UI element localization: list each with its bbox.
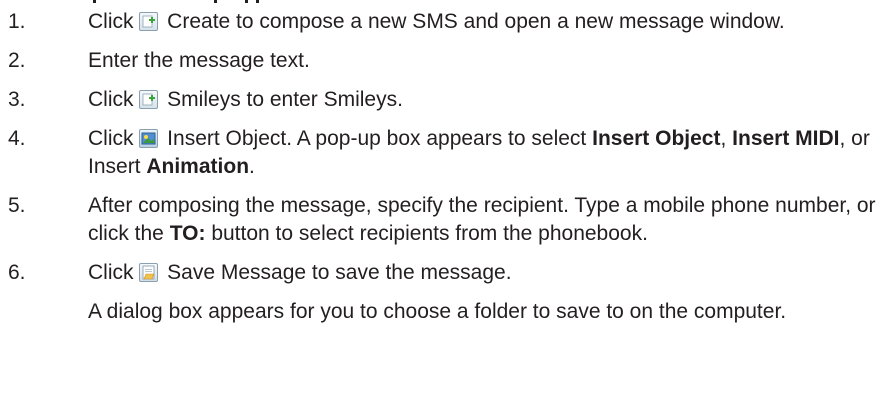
step-text: Click Smileys to enter Smileys. — [88, 88, 403, 111]
step-text: After composing the message, specify the… — [88, 194, 876, 245]
create-icon — [139, 12, 159, 31]
step-5: 5. After composing the message, specify … — [0, 192, 894, 248]
save-message-icon — [139, 263, 159, 282]
step-note: A dialog box appears for you to choose a… — [88, 300, 787, 323]
smileys-icon — [139, 90, 159, 109]
step-number: 2. — [8, 49, 26, 72]
step-text: Click Save Message to save the message. — [88, 261, 512, 284]
previous-line-fragment — [0, 0, 894, 6]
step-text: Enter the message text. — [88, 49, 310, 72]
instruction-steps: 1. Click Create to compose a new SMS and… — [0, 8, 894, 326]
step-number: 5. — [8, 194, 26, 217]
step-text: Click Create to compose a new SMS and op… — [88, 10, 785, 33]
step-number: 6. — [8, 261, 26, 284]
step-3: 3. Click Smileys to enter Smileys. — [0, 86, 894, 114]
step-number: 1. — [8, 10, 26, 33]
step-1: 1. Click Create to compose a new SMS and… — [0, 8, 894, 36]
insert-object-icon — [139, 129, 159, 148]
step-text: Click Insert Object. A pop-up box appear… — [88, 127, 870, 178]
step-number: 4. — [8, 127, 26, 150]
step-2: 2. Enter the message text. — [0, 47, 894, 75]
step-number: 3. — [8, 88, 26, 111]
step-4: 4. Click Insert Object. A pop-up box app… — [0, 125, 894, 181]
step-6: 6. Click Save Message to save the messag… — [0, 259, 894, 326]
